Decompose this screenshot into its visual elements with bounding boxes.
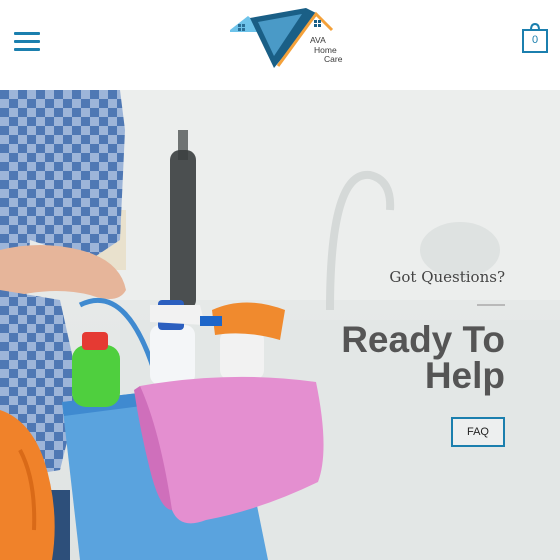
site-header: AVA Home Care 0 bbox=[0, 0, 560, 91]
hero-headline: Ready To Help bbox=[205, 319, 505, 396]
hero-headline-line1: Ready To bbox=[341, 319, 505, 360]
logo-text-line3: Care bbox=[324, 54, 343, 64]
logo-text: AVA Home Care bbox=[310, 35, 343, 65]
hero-divider bbox=[477, 304, 505, 306]
menu-button[interactable] bbox=[14, 32, 40, 52]
cart-button[interactable]: 0 bbox=[522, 22, 548, 54]
menu-icon-bar-middle bbox=[14, 40, 40, 43]
menu-icon-bar-bottom bbox=[14, 48, 40, 51]
faq-button[interactable]: FAQ bbox=[451, 417, 505, 447]
hero-banner: Got Questions? Ready To Help FAQ bbox=[0, 90, 560, 560]
site-logo[interactable]: AVA Home Care bbox=[228, 6, 348, 72]
hero-headline-line2: Help bbox=[424, 355, 505, 396]
menu-icon-bar-top bbox=[14, 32, 40, 35]
cart-count: 0 bbox=[531, 34, 539, 46]
hero-eyebrow: Got Questions? bbox=[389, 268, 505, 286]
